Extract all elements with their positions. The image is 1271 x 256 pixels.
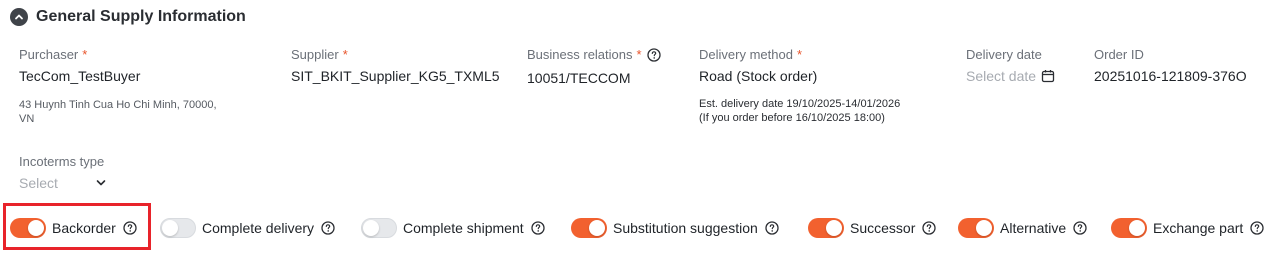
- est-delivery-date: Est. delivery date 19/10/2025-14/01/2026: [699, 98, 901, 110]
- successor-switch[interactable]: [808, 218, 844, 238]
- incoterms-select[interactable]: Select: [19, 175, 106, 191]
- calendar-icon[interactable]: [1041, 69, 1055, 83]
- chevron-down-icon[interactable]: [96, 179, 106, 187]
- toggle-complete-delivery[interactable]: Complete delivery: [160, 214, 335, 242]
- purchaser-field: Purchaser * TecCom_TestBuyer 43 Huynh Tin…: [19, 47, 217, 126]
- delivery-method-label: Delivery method: [699, 47, 793, 62]
- order-id-value: 20251016-121809-376O: [1094, 68, 1247, 84]
- toggle-alternative[interactable]: Alternative: [958, 214, 1087, 242]
- exchange-part-switch[interactable]: [1111, 218, 1147, 238]
- business-relations-label: Business relations: [527, 47, 633, 62]
- complete-shipment-switch[interactable]: [361, 218, 397, 238]
- required-marker: *: [796, 47, 802, 62]
- switch-knob: [589, 220, 605, 236]
- supplier-field: Supplier * SIT_BKIT_Supplier_KG5_TXML5: [291, 47, 500, 84]
- delivery-date-placeholder: Select date: [966, 68, 1037, 84]
- switch-knob: [976, 220, 992, 236]
- switch-knob: [162, 220, 178, 236]
- switch-knob: [1129, 220, 1145, 236]
- help-icon[interactable]: [530, 221, 545, 235]
- help-icon[interactable]: [646, 47, 661, 62]
- supplier-value: SIT_BKIT_Supplier_KG5_TXML5: [291, 68, 500, 84]
- help-icon[interactable]: [922, 221, 937, 235]
- section-title: General Supply Information: [36, 8, 246, 25]
- help-icon[interactable]: [765, 221, 779, 235]
- complete-delivery-switch[interactable]: [160, 218, 196, 238]
- toggle-substitution-suggestion[interactable]: Substitution suggestion: [571, 214, 779, 242]
- toggle-complete-shipment[interactable]: Complete shipment: [361, 214, 545, 242]
- successor-label: Successor: [850, 220, 916, 236]
- chevron-up-icon[interactable]: [10, 8, 28, 26]
- toggle-exchange-part[interactable]: Exchange part: [1111, 214, 1264, 242]
- purchaser-address-line1: 43 Huynh Tinh Cua Ho Chi Minh, 70000,: [19, 99, 217, 111]
- supplier-label: Supplier: [291, 47, 339, 62]
- incoterms-placeholder: Select: [19, 175, 58, 191]
- purchaser-value: TecCom_TestBuyer: [19, 68, 141, 84]
- toggle-successor[interactable]: Successor: [808, 214, 937, 242]
- business-relations-field: Business relations * 10051/TECCOM: [527, 47, 661, 86]
- help-icon[interactable]: [321, 221, 335, 235]
- delivery-date-label: Delivery date: [966, 47, 1042, 62]
- order-cutoff-note: (If you order before 16/10/2025 18:00): [699, 112, 885, 124]
- order-id-field: Order ID 20251016-121809-376O: [1094, 47, 1247, 84]
- alternative-label: Alternative: [1000, 220, 1067, 236]
- delivery-date-field: Delivery date Select date: [966, 47, 1055, 84]
- section-header-general-supply[interactable]: General Supply Information: [10, 8, 246, 26]
- incoterms-field: Incoterms type Select: [19, 154, 106, 191]
- substitution-suggestion-switch[interactable]: [571, 218, 607, 238]
- complete-delivery-label: Complete delivery: [202, 220, 315, 236]
- purchaser-label: Purchaser: [19, 47, 79, 62]
- exchange-part-label: Exchange part: [1153, 220, 1244, 236]
- complete-shipment-label: Complete shipment: [403, 220, 524, 236]
- required-marker: *: [342, 47, 348, 62]
- business-relations-value: 10051/TECCOM: [527, 70, 631, 86]
- purchaser-address-line2: VN: [19, 113, 35, 125]
- help-icon[interactable]: [1073, 221, 1087, 235]
- delivery-date-picker[interactable]: Select date: [966, 68, 1055, 84]
- incoterms-label: Incoterms type: [19, 154, 105, 169]
- delivery-method-field: Delivery method * Road (Stock order) Est.…: [699, 47, 900, 125]
- required-marker: *: [82, 47, 88, 62]
- highlight-box: [3, 203, 151, 250]
- required-marker: *: [636, 47, 642, 62]
- switch-knob: [826, 220, 842, 236]
- help-icon[interactable]: [1250, 221, 1264, 235]
- delivery-method-value: Road (Stock order): [699, 68, 818, 84]
- alternative-switch[interactable]: [958, 218, 994, 238]
- substitution-suggestion-label: Substitution suggestion: [613, 220, 758, 236]
- switch-knob: [363, 220, 379, 236]
- order-id-label: Order ID: [1094, 47, 1144, 62]
